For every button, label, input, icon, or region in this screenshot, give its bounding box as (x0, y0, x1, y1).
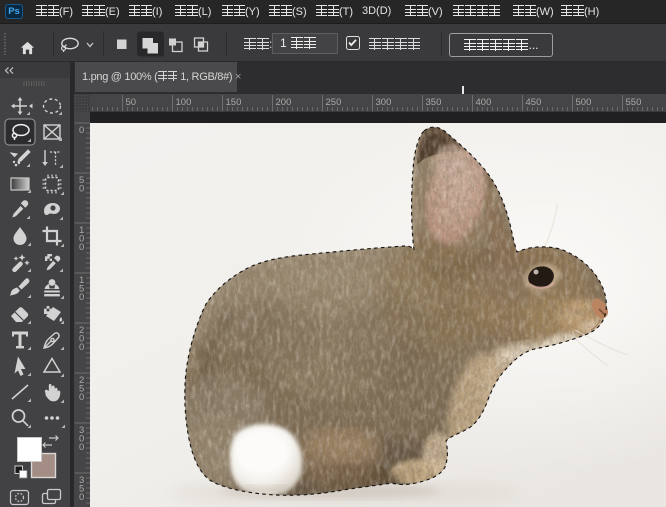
svg-text:200: 200 (276, 97, 292, 108)
svg-text:0: 0 (79, 292, 84, 303)
svg-text:450: 450 (526, 97, 542, 108)
svg-text:350: 350 (426, 97, 442, 108)
svg-text:0: 0 (79, 492, 84, 503)
svg-text:0: 0 (79, 125, 84, 136)
svg-text:250: 250 (326, 97, 342, 108)
svg-text:0: 0 (79, 342, 84, 353)
svg-text:50: 50 (126, 97, 137, 108)
svg-text:550: 550 (626, 97, 642, 108)
svg-text:0: 0 (79, 184, 84, 195)
svg-text:500: 500 (576, 97, 592, 108)
svg-text:0: 0 (79, 442, 84, 453)
svg-text:400: 400 (476, 97, 492, 108)
svg-text:100: 100 (176, 97, 192, 108)
svg-text:0: 0 (79, 242, 84, 253)
svg-text:300: 300 (376, 97, 392, 108)
svg-text:0: 0 (79, 392, 84, 403)
svg-text:150: 150 (226, 97, 242, 108)
